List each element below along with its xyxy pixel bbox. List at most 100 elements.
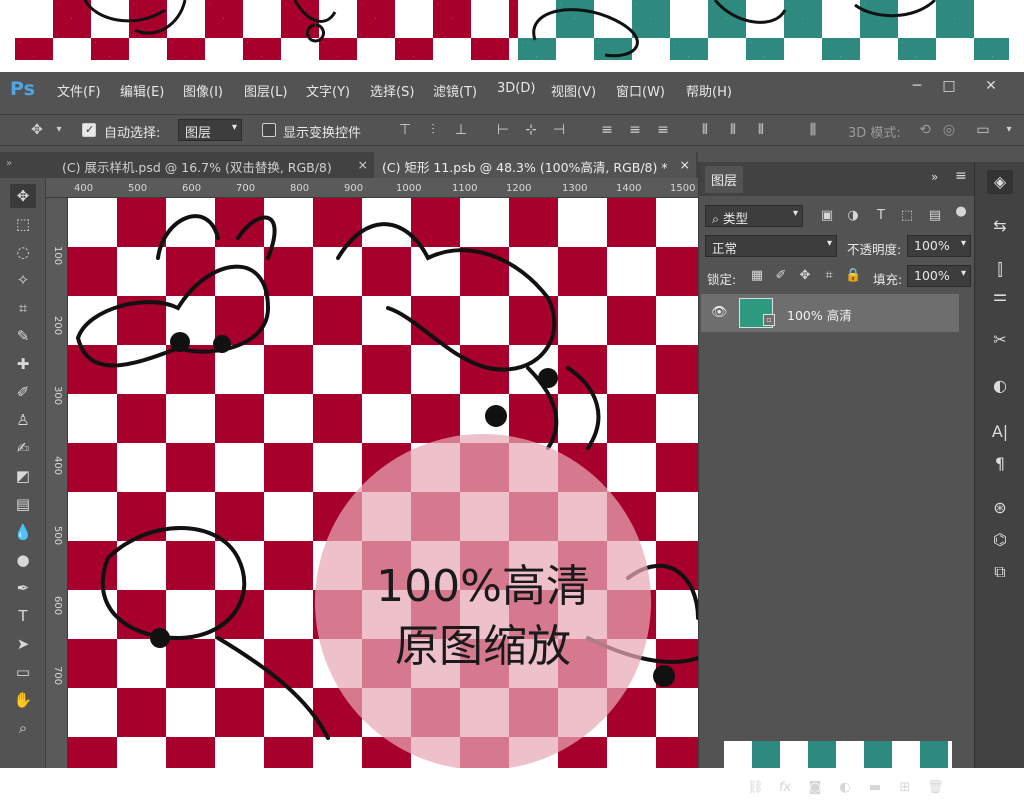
filter-adjustment-icon[interactable]: ◑ bbox=[845, 208, 861, 224]
pen-tool-icon[interactable]: ✒ bbox=[10, 576, 36, 600]
distribute-left-icon[interactable]: ⦀ bbox=[696, 121, 714, 139]
link-layers-icon[interactable]: ⛓ bbox=[747, 780, 764, 796]
layers-panel-title[interactable]: 图层 bbox=[705, 166, 744, 193]
filter-pixel-icon[interactable]: ▣ bbox=[819, 208, 835, 224]
distribute-vcenter-icon[interactable]: ≡ bbox=[626, 121, 644, 139]
lasso-tool-icon[interactable]: ◌ bbox=[10, 240, 36, 264]
blur-tool-icon[interactable]: 💧 bbox=[10, 520, 36, 544]
auto-select-checkbox[interactable] bbox=[82, 123, 96, 137]
auto-align-icon[interactable]: ⫼ bbox=[804, 121, 822, 139]
distribute-hcenter-icon[interactable]: ⦀ bbox=[724, 121, 742, 139]
healing-brush-tool-icon[interactable]: ✚ bbox=[10, 352, 36, 376]
close-icon[interactable]: × bbox=[680, 157, 690, 172]
menu-view[interactable]: 视图(V) bbox=[551, 81, 596, 100]
chevron-down-icon[interactable]: ▾ bbox=[1000, 121, 1018, 139]
menu-type[interactable]: 文字(Y) bbox=[306, 81, 350, 100]
workspace-icon[interactable]: ▭ bbox=[974, 121, 992, 139]
visibility-eye-icon[interactable]: 👁 bbox=[711, 305, 728, 320]
filter-shape-icon[interactable]: ⬚ bbox=[899, 208, 915, 224]
dodge-tool-icon[interactable]: ● bbox=[10, 548, 36, 572]
show-transform-checkbox[interactable] bbox=[262, 123, 276, 137]
3d-orbit-icon[interactable]: ⟲ bbox=[916, 121, 934, 139]
opacity-input[interactable]: 100% ▾ bbox=[907, 235, 971, 257]
panel-menu-icon[interactable]: ≡ bbox=[955, 168, 967, 184]
menu-window[interactable]: 窗口(W) bbox=[616, 81, 665, 100]
minimize-button[interactable]: ─ bbox=[906, 78, 928, 98]
distribute-bottom-icon[interactable]: ≡ bbox=[654, 121, 672, 139]
paths-icon[interactable]: ⌬ bbox=[987, 528, 1013, 552]
history-brush-tool-icon[interactable]: ✍ bbox=[10, 436, 36, 460]
filter-type-icon[interactable]: T bbox=[873, 208, 889, 224]
tab-rectangle-psb[interactable]: (C) 矩形 11.psb @ 48.3% (100%高清, RGB/8) * … bbox=[374, 152, 696, 178]
adjustments-icon[interactable]: ⫿ bbox=[987, 258, 1013, 282]
lock-position-icon[interactable]: ✥ bbox=[797, 268, 813, 284]
menu-help[interactable]: 帮助(H) bbox=[686, 81, 732, 100]
crop-tool-icon[interactable]: ⌗ bbox=[10, 296, 36, 320]
add-mask-icon[interactable]: ◙ bbox=[807, 780, 823, 796]
clone-stamp-tool-icon[interactable]: ♙ bbox=[10, 408, 36, 432]
layer-filter-dropdown[interactable]: ⌕ 类型 ▾ bbox=[705, 205, 803, 227]
new-layer-icon[interactable]: ⊞ bbox=[897, 780, 913, 796]
lock-all-icon[interactable]: 🔒 bbox=[845, 268, 861, 284]
layer-row[interactable]: 👁 ▫ 100% 高清 bbox=[701, 294, 959, 332]
magic-wand-tool-icon[interactable]: ✧ bbox=[10, 268, 36, 292]
3d-roll-icon[interactable]: ◎ bbox=[940, 121, 958, 139]
gradient-tool-icon[interactable]: ▤ bbox=[10, 492, 36, 516]
new-group-icon[interactable]: ▬ bbox=[867, 780, 883, 796]
move-tool-icon[interactable]: ✥ bbox=[10, 184, 36, 208]
align-left-icon[interactable]: ⊢ bbox=[494, 121, 512, 139]
properties-icon[interactable]: ⚌ bbox=[987, 284, 1013, 308]
character-icon[interactable]: A| bbox=[987, 420, 1013, 444]
align-vcenter-icon[interactable]: ⫶ bbox=[424, 121, 442, 139]
lock-pixels-icon[interactable]: ✐ bbox=[773, 268, 789, 284]
document-canvas[interactable]: 100%高清 原图缩放 bbox=[68, 198, 698, 768]
rectangle-tool-icon[interactable]: ▭ bbox=[10, 660, 36, 684]
eraser-tool-icon[interactable]: ◩ bbox=[10, 464, 36, 488]
menu-layer[interactable]: 图层(L) bbox=[244, 81, 287, 100]
maximize-button[interactable]: □ bbox=[938, 78, 960, 98]
menu-edit[interactable]: 编辑(E) bbox=[120, 81, 164, 100]
distribute-top-icon[interactable]: ≡ bbox=[598, 121, 616, 139]
history-icon[interactable]: ⇆ bbox=[987, 214, 1013, 238]
chevron-down-icon[interactable]: ▾ bbox=[50, 121, 68, 139]
menu-image[interactable]: 图像(I) bbox=[183, 81, 223, 100]
distribute-right-icon[interactable]: ⦀ bbox=[752, 121, 770, 139]
tab-mockup-psd[interactable]: (C) 展示样机.psd @ 16.7% (双击替换, RGB/8) × bbox=[54, 152, 374, 178]
zoom-tool-icon[interactable]: ⌕ bbox=[10, 716, 36, 740]
align-bottom-icon[interactable]: ⊥ bbox=[452, 121, 470, 139]
lock-transparent-icon[interactable]: ▦ bbox=[749, 268, 765, 284]
align-right-icon[interactable]: ⊣ bbox=[550, 121, 568, 139]
align-hcenter-icon[interactable]: ⊹ bbox=[522, 121, 540, 139]
fill-input[interactable]: 100% ▾ bbox=[907, 265, 971, 287]
swatches-icon[interactable]: ◐ bbox=[987, 374, 1013, 398]
auto-select-target-dropdown[interactable]: 图层 ▾ bbox=[178, 119, 242, 141]
delete-layer-icon[interactable]: 🗑 bbox=[927, 780, 944, 796]
close-window-button[interactable]: ✕ bbox=[980, 78, 1002, 98]
marquee-tool-icon[interactable]: ⬚ bbox=[10, 212, 36, 236]
menu-select[interactable]: 选择(S) bbox=[370, 81, 414, 100]
tools-icon[interactable]: ✂ bbox=[987, 328, 1013, 352]
hand-tool-icon[interactable]: ✋ bbox=[10, 688, 36, 712]
align-top-icon[interactable]: ⊤ bbox=[396, 121, 414, 139]
channels-icon[interactable]: ⊛ bbox=[987, 496, 1013, 520]
filter-smart-object-icon[interactable]: ▤ bbox=[927, 208, 943, 224]
close-icon[interactable]: × bbox=[358, 157, 368, 172]
eyedropper-tool-icon[interactable]: ✎ bbox=[10, 324, 36, 348]
paragraph-icon[interactable]: ¶ bbox=[987, 452, 1013, 476]
type-tool-icon[interactable]: T bbox=[10, 604, 36, 628]
lock-artboard-icon[interactable]: ⌗ bbox=[821, 268, 837, 284]
menu-file[interactable]: 文件(F) bbox=[57, 81, 101, 100]
menu-filter[interactable]: 滤镜(T) bbox=[433, 81, 477, 100]
adjustment-layer-icon[interactable]: ◐ bbox=[837, 780, 853, 796]
layers-icon[interactable]: ◈ bbox=[987, 170, 1013, 194]
panel-expand-icon[interactable]: » bbox=[931, 170, 938, 184]
menu-3d[interactable]: 3D(D) bbox=[497, 81, 535, 96]
move-options-icon[interactable]: ✥ bbox=[28, 121, 46, 139]
path-selection-tool-icon[interactable]: ➤ bbox=[10, 632, 36, 656]
brush-tool-icon[interactable]: ✐ bbox=[10, 380, 36, 404]
blend-mode-dropdown[interactable]: 正常 ▾ bbox=[705, 235, 837, 257]
filter-toggle-icon[interactable]: ● bbox=[953, 204, 969, 220]
collapse-panel-icon[interactable]: » bbox=[6, 158, 12, 169]
fx-icon[interactable]: fx bbox=[777, 780, 793, 796]
3d-icon[interactable]: ⧉ bbox=[987, 560, 1013, 584]
